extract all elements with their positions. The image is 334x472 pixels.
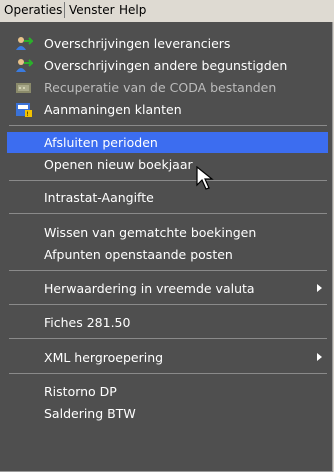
menu-venster[interactable]: Venster <box>69 3 115 17</box>
svg-text:!: ! <box>27 111 29 118</box>
menu-item-label: Ristorno DP <box>44 384 117 399</box>
menu-separator <box>9 213 327 214</box>
menu-item-saldering-btw[interactable]: Saldering BTW <box>7 403 328 424</box>
menu-item-label: Saldering BTW <box>44 406 136 421</box>
menu-item-label: Aanmaningen klanten <box>44 102 182 117</box>
menu-item-overschrijvingen-leveranciers[interactable]: Overschrijvingen leveranciers <box>7 33 328 54</box>
menu-item-label: Overschrijvingen andere begunstigden <box>44 58 288 73</box>
people-transfer-icon <box>16 59 33 72</box>
menu-item-openen-nieuw-boekjaar[interactable]: Openen nieuw boekjaar <box>7 154 328 175</box>
menu-item-ristorno-dp[interactable]: Ristorno DP <box>7 381 328 402</box>
menubar: Operaties Venster Help <box>0 0 334 22</box>
menu-separator <box>9 180 327 181</box>
menu-item-afpunten-openstaande-posten[interactable]: Afpunten openstaande posten <box>7 244 328 265</box>
mouse-pointer-icon <box>196 166 214 190</box>
menu-item-wissen-gematchte-boekingen[interactable]: Wissen van gematchte boekingen <box>7 222 328 243</box>
menu-item-label: Recuperatie van de CODA bestanden <box>44 80 277 95</box>
menu-separator <box>9 125 327 126</box>
menu-item-aanmaningen-klanten[interactable]: ! Aanmaningen klanten <box>7 99 328 120</box>
menu-item-label: Openen nieuw boekjaar <box>44 157 193 172</box>
menu-item-label: Intrastat-Aangifte <box>44 190 154 205</box>
menu-item-afsluiten-perioden[interactable]: Afsluiten perioden <box>7 132 328 153</box>
menu-item-label: Afpunten openstaande posten <box>44 247 233 262</box>
menu-item-label: Fiches 281.50 <box>44 315 131 330</box>
menu-item-herwaardering-vreemde-valuta[interactable]: Herwaardering in vreemde valuta <box>7 278 328 299</box>
menu-operaties[interactable]: Operaties <box>4 3 62 17</box>
menu-separator <box>9 338 327 339</box>
menu-item-xml-hergroepering[interactable]: XML hergroepering <box>7 347 328 368</box>
menu-item-label: Wissen van gematchte boekingen <box>44 225 257 240</box>
menu-separator <box>9 270 327 271</box>
menu-item-label: XML hergroepering <box>44 350 164 365</box>
submenu-arrow-icon <box>317 284 322 292</box>
menu-item-fiches-281-50[interactable]: Fiches 281.50 <box>7 312 328 333</box>
menu-separator <box>9 304 327 305</box>
menu-item-recuperatie-coda[interactable]: Recuperatie van de CODA bestanden <box>7 77 328 98</box>
menu-help[interactable]: Help <box>119 3 146 17</box>
people-transfer-icon <box>16 37 33 50</box>
menu-item-intrastat-aangifte[interactable]: Intrastat-Aangifte <box>7 187 328 208</box>
menu-item-label: Overschrijvingen leveranciers <box>44 36 231 51</box>
menu-item-label: Herwaardering in vreemde valuta <box>44 281 255 296</box>
menu-item-overschrijvingen-andere[interactable]: Overschrijvingen andere begunstigden <box>7 55 328 76</box>
operaties-dropdown-menu: Overschrijvingen leveranciers Overschrij… <box>0 22 333 472</box>
coda-import-icon <box>16 83 31 93</box>
submenu-arrow-icon <box>317 353 322 361</box>
reminder-icon: ! <box>16 103 32 118</box>
menu-item-label: Afsluiten perioden <box>44 135 158 150</box>
menubar-divider <box>64 2 65 18</box>
menu-separator <box>9 373 327 374</box>
